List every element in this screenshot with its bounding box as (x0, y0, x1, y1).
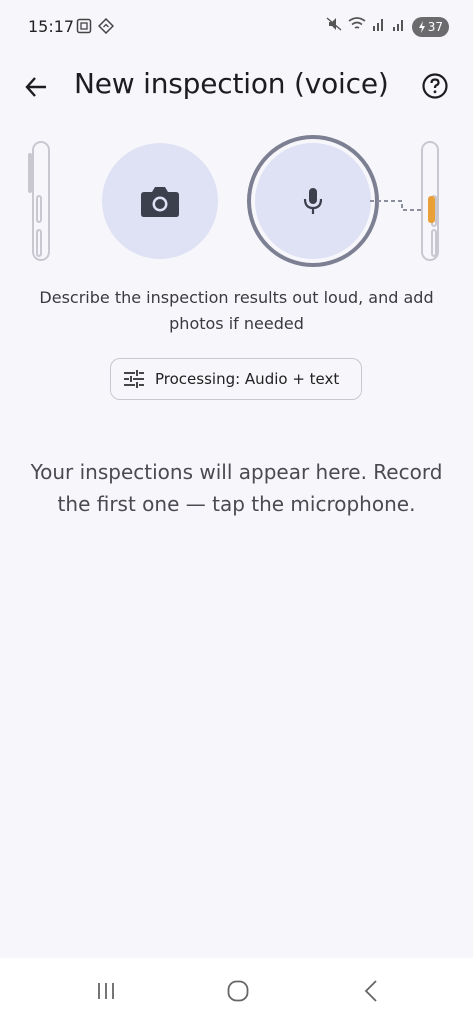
battery-icon: 37 (411, 16, 449, 37)
screen: 15:17 37 New inspection (voice) Describe… (0, 0, 473, 1024)
status-right-icons: 37 (326, 16, 449, 37)
status-bar: 15:17 37 (0, 0, 473, 56)
status-left-icons (76, 17, 115, 39)
help-button[interactable] (419, 70, 451, 102)
wifi-icon (348, 16, 366, 37)
recents-icon (98, 983, 114, 999)
phone-outline-left (28, 141, 50, 261)
processing-mode-chip[interactable]: Processing: Audio + text (110, 358, 362, 400)
battery-level: 37 (427, 19, 443, 34)
microphone-icon (303, 188, 323, 214)
mute-icon (326, 16, 342, 37)
location-icon (97, 17, 115, 39)
app-bar: New inspection (voice) (0, 56, 473, 116)
help-circle-icon (422, 73, 448, 99)
signal-r-icon (372, 16, 386, 37)
empty-state-message: Your inspections will appear here. Recor… (30, 460, 443, 516)
microphone-button-inner (255, 143, 371, 259)
nav-back-button[interactable] (351, 976, 391, 1006)
highlighted-volume-button (428, 196, 435, 223)
back-button[interactable] (20, 71, 52, 103)
tune-icon (124, 370, 144, 388)
connector-line (370, 200, 426, 211)
microphone-button[interactable] (247, 135, 379, 267)
phone-side-button (431, 229, 437, 257)
screenshot-icon (76, 18, 92, 39)
processing-mode-label: Processing: Audio + text (155, 370, 340, 388)
nav-back-icon (364, 980, 377, 1002)
phone-side-button (28, 153, 32, 193)
signal-icon (392, 16, 406, 37)
home-icon (227, 980, 249, 1002)
phone-side-button (36, 229, 42, 257)
phone-side-button (36, 195, 42, 223)
recents-button[interactable] (86, 976, 126, 1006)
camera-icon (141, 187, 179, 217)
page-title: New inspection (voice) (74, 67, 389, 100)
instructions-text: Describe the inspection results out loud… (39, 288, 434, 333)
system-nav-bar (0, 958, 473, 1024)
home-button[interactable] (218, 976, 258, 1006)
status-time: 15:17 (28, 17, 75, 36)
arrow-back-icon (25, 77, 46, 97)
camera-button[interactable] (102, 143, 218, 259)
